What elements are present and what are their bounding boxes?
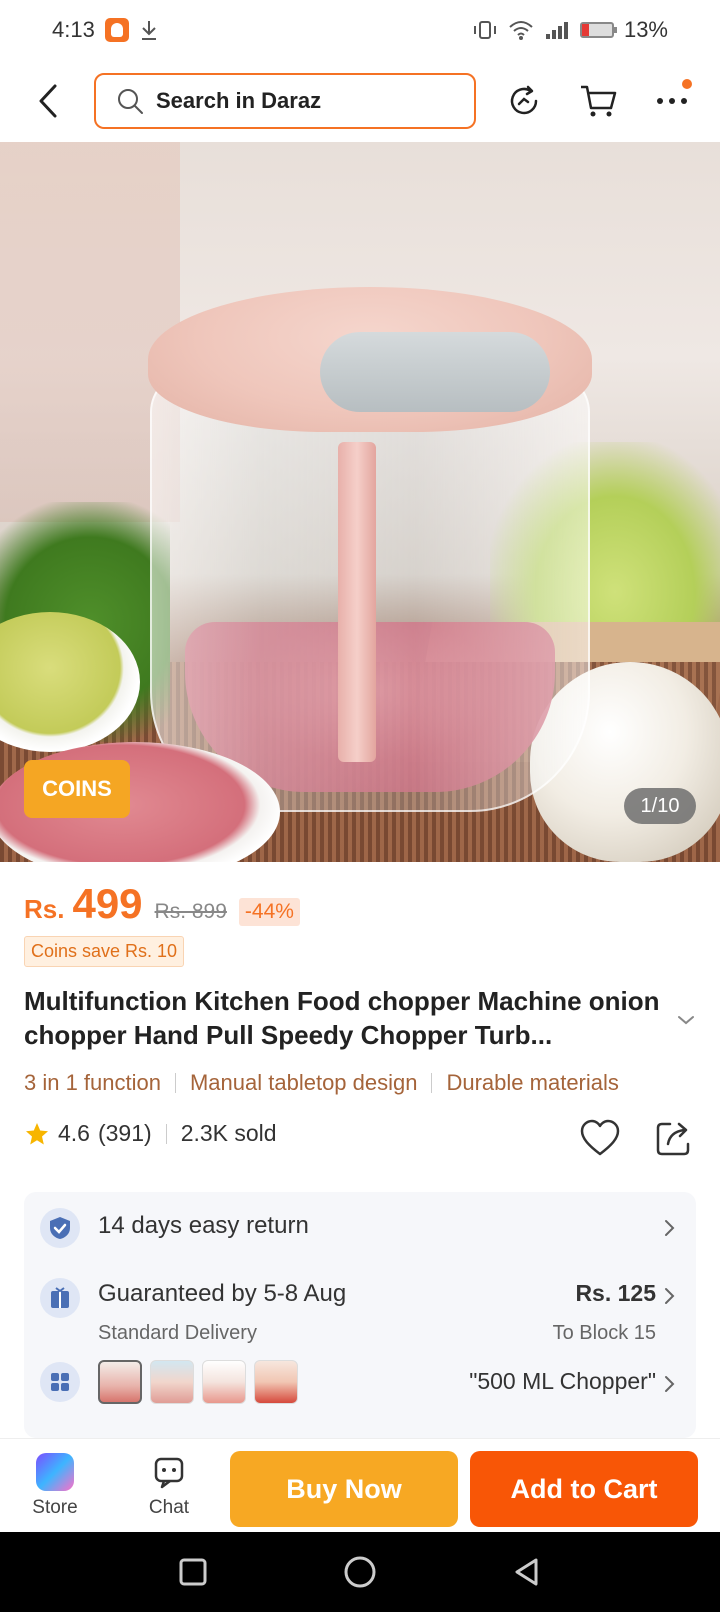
rating-value: 4.6 <box>58 1120 90 1146</box>
delivery-type-text: Standard Delivery <box>98 1322 257 1344</box>
feature-tag: Durable materials <box>446 1070 619 1095</box>
divider <box>165 1123 167 1144</box>
daraz-app-icon <box>104 18 129 42</box>
store-icon <box>36 1453 74 1491</box>
review-count: (391) <box>97 1120 152 1146</box>
battery-icon <box>579 22 617 38</box>
chat-label: Chat <box>148 1497 190 1518</box>
back-nav-button[interactable] <box>507 1552 547 1592</box>
delivery-fee: Rs. 125 <box>575 1280 656 1306</box>
coins-save-tag: Coins save Rs. 10 <box>24 936 185 967</box>
delivery-box-icon <box>40 1278 80 1318</box>
heart-icon[interactable] <box>578 1116 622 1160</box>
delivery-date-text: Guaranteed by 5-8 Aug <box>98 1280 347 1307</box>
chat-button[interactable]: Chat <box>134 1453 204 1519</box>
variant-thumbnail[interactable] <box>202 1360 246 1404</box>
home-button[interactable] <box>340 1552 380 1592</box>
grid-icon <box>40 1362 80 1402</box>
triangle-back-icon <box>515 1558 538 1586</box>
recents-button[interactable] <box>173 1552 213 1592</box>
star-icon <box>26 1122 48 1144</box>
wifi-icon <box>509 21 533 40</box>
sold-count: 2.3K sold <box>180 1120 277 1146</box>
chevron-down-icon[interactable] <box>674 1010 698 1030</box>
chevron-right-icon <box>665 1376 675 1392</box>
variant-thumbnails <box>98 1360 298 1404</box>
download-icon <box>141 21 156 40</box>
chat-icon <box>154 1457 184 1489</box>
top-header: Search in Daraz <box>0 60 720 142</box>
price-currency: Rs. <box>24 894 65 924</box>
cart-button[interactable] <box>576 79 620 123</box>
search-input[interactable]: Search in Daraz <box>94 73 476 129</box>
search-placeholder: Search in Daraz <box>156 88 322 113</box>
variant-thumbnail[interactable] <box>150 1360 194 1404</box>
divider <box>431 1073 433 1093</box>
image-counter: 1/10 <box>624 788 696 824</box>
back-arrow-icon <box>39 84 57 118</box>
history-icon <box>510 85 538 115</box>
feature-tag: Manual tabletop design <box>189 1070 418 1095</box>
return-policy-text: 14 days easy return <box>98 1212 309 1239</box>
variant-thumbnail[interactable] <box>98 1360 142 1404</box>
discount-badge: -44% <box>238 898 300 926</box>
history-button[interactable] <box>502 79 546 123</box>
signal-icon <box>545 22 568 39</box>
product-title[interactable]: Multifunction Kitchen Food chopper Machi… <box>24 984 674 1052</box>
shield-check-icon <box>40 1208 80 1248</box>
chevron-right-icon <box>665 1220 675 1236</box>
notification-dot <box>682 79 692 89</box>
back-button[interactable] <box>30 78 66 124</box>
status-time: 4:13 <box>52 17 95 42</box>
search-icon <box>118 89 143 114</box>
battery-percent: 13% <box>623 17 668 42</box>
feature-tag: 3 in 1 function <box>24 1070 161 1095</box>
home-icon <box>344 1556 376 1588</box>
variant-row[interactable]: "500 ML Chopper" <box>24 1348 696 1438</box>
divider <box>174 1073 176 1093</box>
product-image-gallery[interactable]: COINS 1/10 <box>0 142 720 862</box>
coins-badge: COINS <box>24 760 130 818</box>
add-to-cart-button[interactable]: Add to Cart <box>470 1451 698 1527</box>
buy-now-button[interactable]: Buy Now <box>230 1451 458 1527</box>
return-policy-row[interactable]: 14 days easy return <box>24 1192 696 1264</box>
selected-variant: "500 ML Chopper" <box>469 1368 656 1394</box>
more-icon <box>657 98 687 104</box>
pull-handle <box>320 332 550 412</box>
current-price: 499 <box>72 880 143 927</box>
original-price: Rs. 899 <box>154 900 227 923</box>
more-button[interactable] <box>650 79 694 123</box>
share-icon[interactable] <box>652 1116 696 1160</box>
cart-icon <box>581 85 617 117</box>
store-label: Store <box>32 1497 78 1518</box>
bottom-action-bar: Store Chat Buy Now Add to Cart <box>0 1438 720 1532</box>
store-button[interactable]: Store <box>20 1453 90 1519</box>
system-nav-bar <box>0 1532 720 1612</box>
recents-icon <box>179 1558 207 1586</box>
service-card: 14 days easy return Guaranteed by 5-8 Au… <box>24 1192 696 1438</box>
vibrate-icon <box>473 21 496 39</box>
price-row: Rs. 499 Rs. 899 -44% <box>24 880 300 928</box>
status-bar: 4:13 13% <box>0 0 720 60</box>
chevron-right-icon <box>665 1288 675 1304</box>
variant-thumbnail[interactable] <box>254 1360 298 1404</box>
feature-tags: 3 in 1 function Manual tabletop design D… <box>24 1070 619 1096</box>
delivery-location: To Block 15 <box>552 1322 656 1344</box>
rating-row[interactable]: 4.6 (391) 2.3K sold <box>24 1120 277 1147</box>
